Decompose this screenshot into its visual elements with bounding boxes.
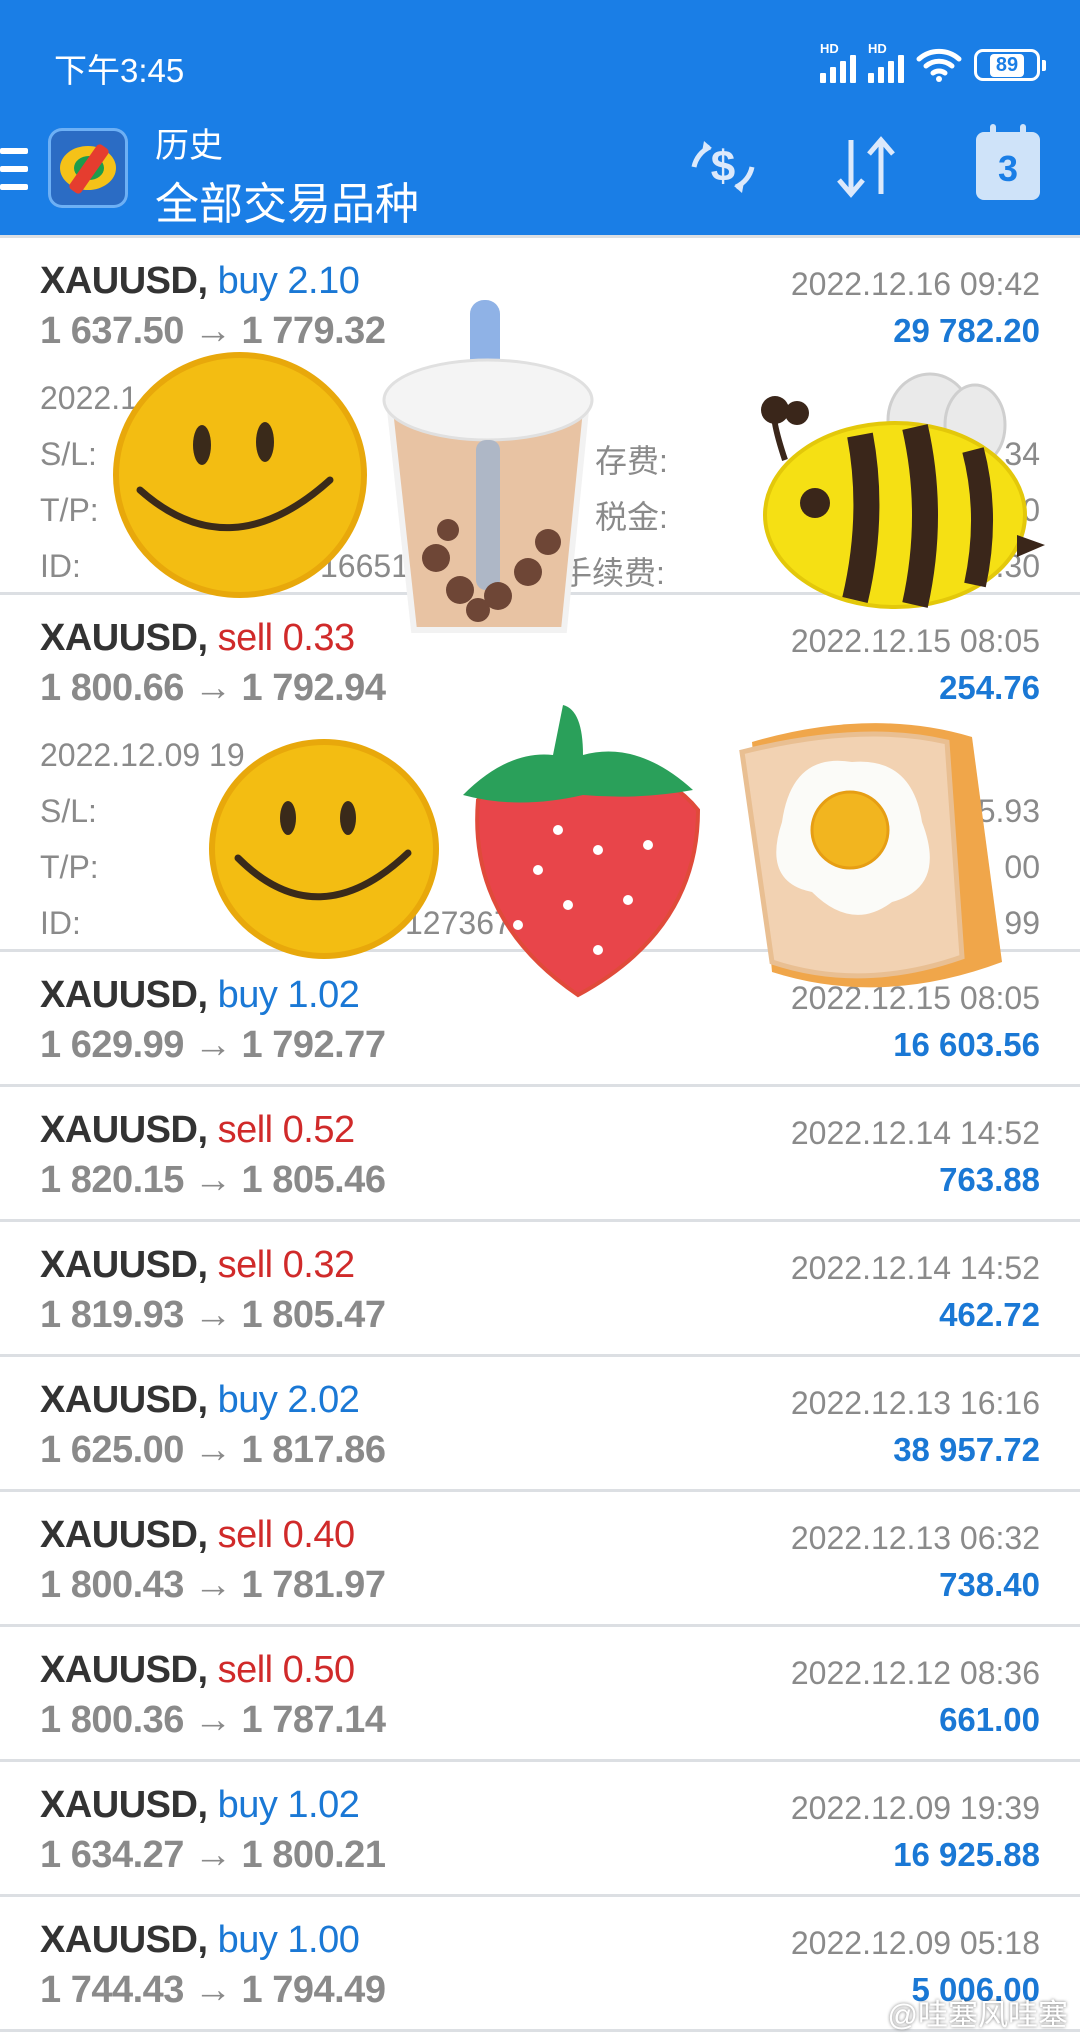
trade-symbol: XAUUSD, bbox=[40, 1244, 208, 1286]
trade-symbol: XAUUSD, bbox=[40, 617, 208, 659]
watermark-text: @哇塞风哇塞 bbox=[887, 1999, 1068, 2032]
trade-prices: 1 800.66 → 1 792.94 bbox=[40, 667, 386, 709]
id-label: ID: bbox=[40, 548, 81, 584]
toast-egg-sticker bbox=[739, 723, 1002, 988]
trade-datetime: 2022.12.09 05:18 bbox=[790, 1925, 1040, 1961]
tp-label: T/P: bbox=[40, 492, 99, 528]
trade-symbol: XAUUSD, bbox=[40, 1919, 208, 1961]
id-label: ID: bbox=[40, 905, 81, 941]
trade-prices: 1 625.00 → 1 817.86 bbox=[40, 1429, 386, 1471]
tp-label: T/P: bbox=[40, 849, 99, 885]
trade-direction: buy 2.02 bbox=[217, 1379, 360, 1421]
trade-row[interactable]: XAUUSD, sell 0.40 1 800.43 → 1 781.97 20… bbox=[0, 1492, 1080, 1627]
smiley-sticker bbox=[113, 352, 367, 598]
trade-symbol: XAUUSD, bbox=[40, 1379, 208, 1421]
calendar-day: 3 bbox=[997, 148, 1019, 189]
trade-direction: buy 1.02 bbox=[217, 1784, 360, 1826]
trade-symbol: XAUUSD, bbox=[40, 260, 208, 302]
trade-symbol: XAUUSD, bbox=[40, 974, 208, 1016]
page-title[interactable]: 全部交易品种 bbox=[155, 168, 419, 232]
trade-row[interactable]: XAUUSD, buy 2.02 1 625.00 → 1 817.86 202… bbox=[0, 1357, 1080, 1492]
trade-direction: buy 1.00 bbox=[217, 1919, 360, 1961]
signal-icon: HD bbox=[820, 41, 856, 83]
tax-label: 税金: bbox=[595, 499, 668, 535]
trade-direction: sell 0.33 bbox=[217, 617, 356, 659]
trade-row[interactable]: XAUUSD, sell 0.50 1 800.36 → 1 787.14 20… bbox=[0, 1627, 1080, 1762]
trade-direction: sell 0.52 bbox=[217, 1109, 356, 1151]
trade-direction: sell 0.50 bbox=[217, 1649, 356, 1691]
svg-text:$: $ bbox=[711, 142, 735, 191]
trade-prices: 1 800.36 → 1 787.14 bbox=[40, 1699, 386, 1741]
battery-level: 89 bbox=[989, 53, 1025, 77]
trade-datetime: 2022.12.13 06:32 bbox=[790, 1520, 1040, 1556]
trade-prices: 1 820.15 → 1 805.46 bbox=[40, 1159, 386, 1201]
page-subtitle: 历史 bbox=[155, 127, 223, 165]
trade-prices: 1 800.43 → 1 781.97 bbox=[40, 1564, 386, 1606]
bubble-tea-sticker bbox=[382, 300, 594, 633]
trade-prices: 1 634.27 → 1 800.21 bbox=[40, 1834, 386, 1876]
swap-label: 存费: bbox=[595, 443, 668, 479]
trade-row[interactable]: XAUUSD, sell 0.52 1 820.15 → 1 805.46 20… bbox=[0, 1087, 1080, 1222]
trade-symbol: XAUUSD, bbox=[40, 1784, 208, 1826]
trade-datetime: 2022.12.09 19:39 bbox=[790, 1790, 1040, 1826]
trade-profit: 29 782.20 bbox=[893, 312, 1040, 349]
status-time: 下午3:45 bbox=[54, 52, 185, 89]
menu-icon[interactable] bbox=[0, 148, 28, 190]
app-header: 下午3:45 HD HD 89 历史 全部交易品种 $ 3 bbox=[0, 0, 1080, 235]
currency-exchange-icon[interactable]: $ bbox=[682, 132, 764, 202]
sort-icon[interactable] bbox=[828, 132, 904, 202]
trade-row[interactable]: XAUUSD, buy 1.02 1 634.27 → 1 800.21 202… bbox=[0, 1762, 1080, 1897]
trade-direction: buy 1.02 bbox=[217, 974, 360, 1016]
sl-label: S/L: bbox=[40, 793, 97, 829]
signal-icon-2: HD bbox=[868, 41, 904, 83]
trade-profit: 462.72 bbox=[939, 1296, 1040, 1333]
trade-datetime: 2022.12.12 08:36 bbox=[790, 1655, 1040, 1691]
trade-prices: 1 744.43 → 1 794.49 bbox=[40, 1969, 386, 2011]
trade-profit: 763.88 bbox=[939, 1161, 1040, 1198]
trade-profit: 661.00 bbox=[939, 1701, 1040, 1738]
strawberry-sticker bbox=[463, 705, 701, 998]
trade-direction: buy 2.10 bbox=[217, 260, 360, 302]
trade-profit: 738.40 bbox=[939, 1566, 1040, 1603]
trade-profit: 16 925.88 bbox=[893, 1836, 1040, 1873]
calendar-icon[interactable]: 3 bbox=[976, 124, 1040, 200]
trade-datetime: 2022.12.16 09:42 bbox=[790, 266, 1040, 302]
battery-icon: 89 bbox=[974, 49, 1046, 81]
trade-symbol: XAUUSD, bbox=[40, 1514, 208, 1556]
trade-profit: 38 957.72 bbox=[893, 1431, 1040, 1468]
trade-datetime: 2022.12.13 16:16 bbox=[790, 1385, 1040, 1421]
trade-profit: 254.76 bbox=[939, 669, 1040, 706]
trade-direction: sell 0.40 bbox=[217, 1514, 356, 1556]
trade-datetime: 2022.12.15 08:05 bbox=[790, 623, 1040, 659]
wifi-icon bbox=[916, 48, 962, 82]
trade-direction: sell 0.32 bbox=[217, 1244, 356, 1286]
sl-label: S/L: bbox=[40, 436, 97, 472]
status-icons: HD HD 89 bbox=[820, 40, 1046, 90]
trade-profit: 16 603.56 bbox=[893, 1026, 1040, 1063]
trade-prices: 1 629.99 → 1 792.77 bbox=[40, 1024, 386, 1066]
smiley-sticker bbox=[209, 739, 439, 959]
trade-prices: 1 637.50 → 1 779.32 bbox=[40, 310, 386, 352]
trade-datetime: 2022.12.14 14:52 bbox=[790, 1250, 1040, 1286]
trade-symbol: XAUUSD, bbox=[40, 1649, 208, 1691]
trade-prices: 1 819.93 → 1 805.47 bbox=[40, 1294, 386, 1336]
trade-row[interactable]: XAUUSD, sell 0.32 1 819.93 → 1 805.47 20… bbox=[0, 1222, 1080, 1357]
app-logo bbox=[48, 128, 128, 208]
trade-symbol: XAUUSD, bbox=[40, 1109, 208, 1151]
trade-datetime: 2022.12.14 14:52 bbox=[790, 1115, 1040, 1151]
